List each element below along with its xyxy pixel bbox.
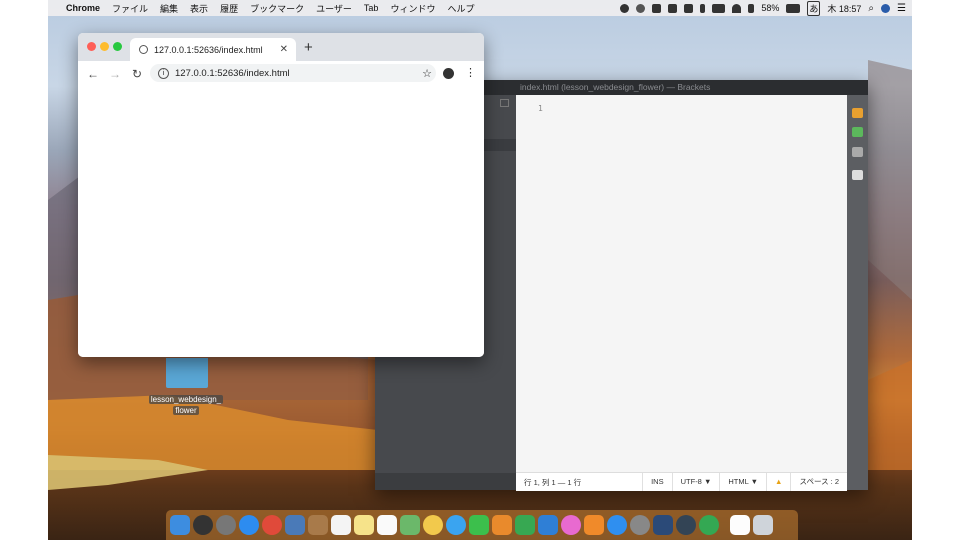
menu-file[interactable]: ファイル bbox=[106, 2, 154, 15]
calendar-icon[interactable] bbox=[331, 515, 351, 535]
magic-wand-icon[interactable] bbox=[852, 147, 863, 157]
brackets-title: index.html (lesson_webdesign_flower) — B… bbox=[520, 82, 711, 92]
system-preferences-icon[interactable] bbox=[630, 515, 650, 535]
extract-icon[interactable] bbox=[852, 170, 863, 180]
folder-label-line2: flower bbox=[173, 406, 199, 415]
url-text: 127.0.0.1:52636/index.html bbox=[175, 67, 290, 79]
remote-icon[interactable] bbox=[712, 3, 726, 13]
document-icon[interactable] bbox=[730, 515, 750, 535]
cursor-position: 行 1, 列 1 — 1 行 bbox=[524, 477, 582, 487]
spotlight-icon[interactable]: ⌕ bbox=[868, 3, 874, 14]
user-avatar-icon[interactable] bbox=[881, 3, 891, 13]
trash-icon[interactable] bbox=[753, 515, 773, 535]
books-icon[interactable] bbox=[584, 515, 604, 535]
safari-icon[interactable] bbox=[239, 515, 259, 535]
info-icon[interactable]: i bbox=[158, 67, 169, 79]
folder-label[interactable]: lesson_webdesign_ flower bbox=[144, 394, 228, 416]
battery-percent[interactable]: 58% bbox=[761, 3, 779, 13]
menu-history[interactable]: 履歴 bbox=[214, 2, 244, 15]
target-icon[interactable] bbox=[636, 3, 646, 13]
brackets-app-icon[interactable] bbox=[653, 515, 673, 535]
photos-icon[interactable] bbox=[423, 515, 443, 535]
menu-help[interactable]: ヘルプ bbox=[441, 2, 480, 15]
keynote-icon[interactable] bbox=[538, 515, 558, 535]
menu-edit[interactable]: 編集 bbox=[154, 2, 184, 15]
address-bar[interactable]: i 127.0.0.1:52636/index.html ☆ bbox=[150, 64, 436, 82]
browser-tab[interactable]: 127.0.0.1:52636/index.html ✕ bbox=[130, 38, 296, 61]
language-select[interactable]: HTML ▼ bbox=[719, 473, 766, 491]
siri-icon[interactable] bbox=[193, 515, 213, 535]
launchpad-icon[interactable] bbox=[216, 515, 236, 535]
code-editor[interactable]: 1 bbox=[516, 95, 847, 472]
menu-app-chrome[interactable]: Chrome bbox=[60, 3, 106, 13]
close-window-button[interactable] bbox=[87, 42, 96, 51]
folder-label-line1: lesson_webdesign_ bbox=[148, 395, 224, 404]
menu-bar: Chrome ファイル 編集 表示 履歴 ブックマーク ユーザー Tab ウィン… bbox=[48, 0, 912, 16]
notification-center-icon[interactable]: ☰ bbox=[897, 3, 906, 14]
battery-icon[interactable] bbox=[786, 3, 801, 13]
volume-icon[interactable] bbox=[748, 3, 755, 13]
chrome-dock-icon[interactable] bbox=[699, 515, 719, 535]
reload-button[interactable]: ↻ bbox=[126, 67, 148, 81]
record-icon[interactable] bbox=[620, 3, 630, 13]
reminders-icon[interactable] bbox=[377, 515, 397, 535]
brackets-side-toolbar bbox=[847, 95, 868, 490]
chrome-icon[interactable] bbox=[262, 515, 282, 535]
new-tab-button[interactable]: + bbox=[304, 39, 313, 56]
tab-bar[interactable]: 127.0.0.1:52636/index.html ✕ + bbox=[78, 33, 484, 61]
line-number: 1 bbox=[538, 104, 543, 113]
tab-close-icon[interactable]: ✕ bbox=[280, 44, 288, 55]
dock bbox=[166, 510, 798, 540]
desktop: Chrome ファイル 編集 表示 履歴 ブックマーク ユーザー Tab ウィン… bbox=[48, 0, 912, 540]
chrome-window: 127.0.0.1:52636/index.html ✕ + ← → ↻ i 1… bbox=[78, 33, 484, 357]
menu-tab[interactable]: Tab bbox=[358, 3, 385, 13]
encoding-select[interactable]: UTF-8 ▼ bbox=[671, 473, 720, 491]
browser-toolbar: ← → ↻ i 127.0.0.1:52636/index.html ☆ ⋮ bbox=[78, 61, 484, 87]
insert-mode-toggle[interactable]: INS bbox=[642, 473, 672, 491]
status-bar: 行 1, 列 1 — 1 行 INS UTF-8 ▼ HTML ▼ ▲ スペース… bbox=[516, 472, 847, 491]
bluetooth-icon[interactable] bbox=[700, 3, 706, 13]
itunes-icon[interactable] bbox=[561, 515, 581, 535]
pages-icon[interactable] bbox=[492, 515, 512, 535]
back-button[interactable]: ← bbox=[82, 67, 104, 81]
clipboard-icon[interactable] bbox=[668, 3, 678, 13]
messages-icon[interactable] bbox=[446, 515, 466, 535]
forward-button[interactable]: → bbox=[104, 67, 126, 81]
clock[interactable]: 木 18:57 bbox=[827, 2, 861, 15]
menu-window[interactable]: ウィンドウ bbox=[384, 2, 441, 15]
globe-icon bbox=[139, 45, 148, 54]
input-method-indicator[interactable]: あ bbox=[807, 0, 821, 16]
wifi-icon[interactable] bbox=[732, 3, 742, 13]
notes-icon[interactable] bbox=[354, 515, 374, 535]
live-preview-icon[interactable] bbox=[852, 108, 863, 118]
zoom-window-button[interactable] bbox=[113, 42, 122, 51]
status-menus: 58% あ 木 18:57 ⌕ ☰ bbox=[620, 0, 906, 16]
bell-icon[interactable] bbox=[684, 3, 694, 13]
menu-people[interactable]: ユーザー bbox=[310, 2, 358, 15]
tab-title: 127.0.0.1:52636/index.html bbox=[154, 44, 263, 55]
contacts-icon[interactable] bbox=[308, 515, 328, 535]
menu-view[interactable]: 表示 bbox=[184, 2, 214, 15]
app-store-icon[interactable] bbox=[607, 515, 627, 535]
indent-setting[interactable]: スペース : 2 bbox=[790, 473, 847, 491]
maps-icon[interactable] bbox=[400, 515, 420, 535]
folder-icon[interactable] bbox=[166, 358, 208, 388]
finder-icon[interactable] bbox=[170, 515, 190, 535]
split-view-icon[interactable] bbox=[500, 99, 509, 107]
warning-icon[interactable]: ▲ bbox=[766, 473, 790, 491]
page-content[interactable] bbox=[78, 86, 484, 357]
facetime-icon[interactable] bbox=[469, 515, 489, 535]
numbers-icon[interactable] bbox=[515, 515, 535, 535]
minimize-window-button[interactable] bbox=[100, 42, 109, 51]
profile-icon[interactable] bbox=[443, 68, 454, 79]
preview-icon[interactable] bbox=[285, 515, 305, 535]
extension-manager-icon[interactable] bbox=[852, 127, 863, 137]
bookmark-star-icon[interactable]: ☆ bbox=[422, 67, 432, 80]
cloud-icon[interactable] bbox=[652, 3, 662, 13]
menu-bookmarks[interactable]: ブックマーク bbox=[244, 2, 310, 15]
chrome-menu-icon[interactable]: ⋮ bbox=[465, 66, 476, 79]
quicktime-icon[interactable] bbox=[676, 515, 696, 535]
